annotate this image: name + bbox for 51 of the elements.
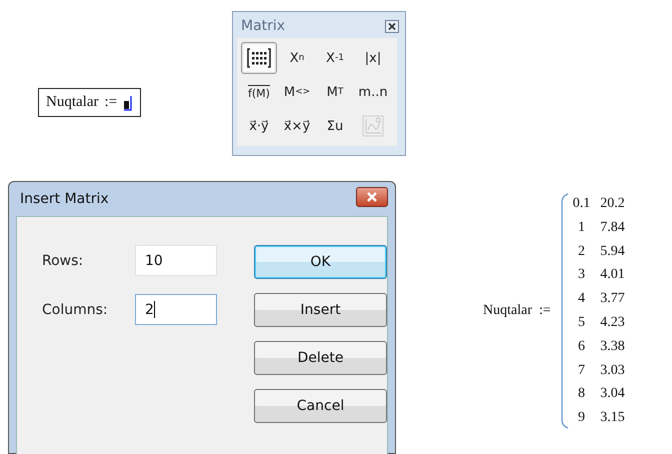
field-label: Rows: xyxy=(42,252,84,268)
matrix-cell-text: 1 xyxy=(577,218,586,237)
dialog-button[interactable]: Cancel xyxy=(254,389,387,423)
dialog-button[interactable]: OK xyxy=(254,245,387,279)
variable-name: Nuqtalar xyxy=(46,94,98,111)
toolbar-button[interactable]: x⃗×y⃗ xyxy=(279,110,315,142)
matrix-cell-text: 7 xyxy=(577,362,586,380)
definition-operator: := xyxy=(104,94,118,111)
matrix-cell-text: 4.23 xyxy=(599,314,626,332)
toolbar-button[interactable]: x⃗·y⃗ xyxy=(241,110,277,142)
matrix-cell-text: 4.01 xyxy=(599,266,626,284)
definition-region[interactable]: Nuqtalar := xyxy=(38,88,142,117)
toolbar-button[interactable]: f(M) xyxy=(241,76,277,108)
toolbar-button[interactable] xyxy=(241,42,277,74)
toolbar-button[interactable]: M$^{T}$ xyxy=(317,76,353,108)
matrix-cell-text: 7.84 xyxy=(599,218,626,237)
matrix-cell-text: 3 xyxy=(577,266,586,284)
matrix-cell-text: 3.38 xyxy=(599,338,626,356)
field-label: Columns: xyxy=(42,302,109,318)
matrix-cell-text: 20.2 xyxy=(599,195,626,214)
matrix-cell-text: 9 xyxy=(577,409,586,428)
matrix-cell-text: 5.94 xyxy=(599,242,626,261)
variable-name: Nuqtalar xyxy=(483,303,532,319)
input-field[interactable]: 2 xyxy=(135,294,217,325)
matrix-grid-icon xyxy=(247,47,271,69)
matrix-cell-text: 3.03 xyxy=(599,362,626,380)
dialog-button[interactable]: Delete xyxy=(254,341,387,375)
close-icon[interactable] xyxy=(385,20,399,32)
matrix-cell-text: 8 xyxy=(577,385,586,404)
toolbar-button[interactable]: Σu xyxy=(317,110,353,142)
toolbar-button[interactable]: |x| xyxy=(355,42,391,74)
toolbar-button[interactable]: M$^{<>}$ xyxy=(279,76,315,108)
matrix-cell-text: 6 xyxy=(577,338,586,356)
plot-icon xyxy=(362,115,384,137)
toolbar-title: Matrix xyxy=(241,18,286,34)
matrix-cell-text: 3.77 xyxy=(599,290,626,308)
input-field[interactable]: 10 xyxy=(135,245,217,276)
matrix-cell-text: 3.04 xyxy=(599,385,626,404)
matrix-cell-text: 5 xyxy=(577,314,586,332)
dialog-title: Insert Matrix xyxy=(20,191,109,207)
matrix-cell-text: 4 xyxy=(577,290,586,308)
matrix-cell-text: 3.15 xyxy=(599,409,626,428)
toolbar-button[interactable]: m..n xyxy=(355,76,391,108)
matrix-cell-text: 0.1 xyxy=(572,195,592,214)
toolbar-button[interactable]: X$^{-1}$ xyxy=(317,42,353,74)
dialog-button[interactable]: Insert xyxy=(254,293,387,327)
placeholder-cursor-icon xyxy=(123,94,134,110)
close-icon xyxy=(365,191,379,203)
close-button[interactable] xyxy=(356,187,388,207)
definition-operator: := xyxy=(538,303,551,319)
matrix-cell-text: 2 xyxy=(577,242,586,261)
